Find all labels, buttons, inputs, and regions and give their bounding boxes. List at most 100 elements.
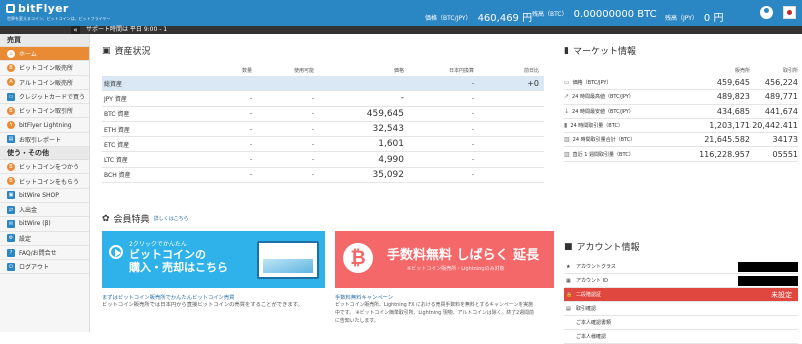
market-label-text: 24 時間取引量合計（BTC） (572, 137, 636, 144)
banner2-big: 手数料無料 しばらく 延長 (387, 248, 540, 263)
banner1-caption[interactable]: まずはビットコイン販売所でかんたんビットコイン売買 (102, 293, 234, 301)
sidebar-item-label: お取引レポート (19, 136, 62, 144)
market-table-header: 販売所 取引所 (564, 64, 798, 76)
header-price: 価格（BTC/JPY） 460,469 円 (425, 8, 533, 24)
two-factor-status[interactable]: 未設定 (771, 290, 792, 300)
sidebar-item-altcoin[interactable]: A アルトコイン販売所 (0, 76, 89, 90)
market-row-icon: ▥ (564, 136, 570, 144)
market-row: ▮ 24 時間取引量（BTC） 1,203,171 20,442.411 (564, 119, 798, 134)
market-table: 販売所 取引所 ▭ 価格（BTC/JPY） 459,645 456,224 ↗ 24 時間… (564, 64, 798, 162)
settings-icon: ⚙ (7, 234, 15, 243)
sidebar-item-receive-bitcoin[interactable]: B ビットコインをもらう (0, 174, 89, 189)
market-label: ▮ 24 時間取引量（BTC） (564, 122, 696, 129)
sidebar-item-label: 設定 (19, 235, 32, 243)
asset-name: BCH 資産 (104, 172, 131, 180)
sidebar-item-faq[interactable]: ? FAQ/お問合せ (0, 246, 89, 261)
asset-available: - (311, 94, 314, 102)
market-row: ▥ 24 時間取引量合計（BTC） 21,645.582 34173 (564, 133, 798, 148)
banner1-line2: 購入・売却はこちら (129, 261, 228, 274)
japan-flag-icon[interactable] (783, 6, 796, 19)
asset-quantity: - (249, 171, 252, 179)
sidebar-item-credit-card[interactable]: ▭ クレジットカードで買う (0, 90, 89, 105)
sidebar-item-settings[interactable]: ⚙ 設定 (0, 232, 89, 246)
sidebar-item-label: ビットコインをつかう (19, 164, 80, 172)
sidebar-item-report[interactable]: ▤ お取引レポート (0, 133, 89, 148)
asset-row: BTC 資産 - - 459,645 - (102, 107, 544, 122)
banner1-big: ビットコインの 購入・売却はこちら (129, 248, 228, 274)
market-row-icon: ↗ (564, 93, 570, 101)
sidebar-item-label: bitWire SHOP (19, 191, 59, 199)
user-icon[interactable] (760, 6, 773, 19)
banner1-small: 2クリックでかんたん (129, 241, 187, 248)
gift-icon: ✿ (102, 213, 110, 224)
asset-row: LTC 資産 - - 4,990 - (102, 152, 544, 168)
bitcoin-icon: B (7, 63, 15, 72)
sidebar-item-bitwire[interactable]: ✉ bitWire (β) (0, 217, 89, 232)
col-quantity: 数量 (241, 67, 252, 74)
asset-quantity: - (249, 94, 252, 102)
lightning-icon: ϟ (7, 121, 15, 130)
assets-table: 数量 使用可能 価格 日本円換算 前日比 総資産 - +0 JPY 資産 - - - - BTC… (102, 64, 544, 184)
header-price-value: 460,469 円 (477, 13, 533, 24)
asset-name: 総資産 (104, 80, 123, 88)
market-exchange-value: 05551 (772, 149, 798, 159)
altcoin-icon: A (7, 78, 15, 87)
market-exchange-value: 20,442.411 (752, 121, 798, 131)
sidebar-item-label: ビットコイン取引所 (19, 108, 74, 116)
sidebar-item-lightning[interactable]: ϟ bitFlyer Lightning (0, 118, 89, 133)
sidebar-item-label: ビットコインをもらう (19, 178, 80, 186)
assets-table-header: 数量 使用可能 価格 日本円換算 前日比 (102, 64, 544, 76)
sidebar-item-bitcoin[interactable]: B ビットコイン販売所 (0, 61, 89, 76)
logo[interactable]: bitFlyer 世界を変えるコイン、ビットコインは、ビットフライヤー (6, 2, 111, 24)
top-bar: bitFlyer 世界を変えるコイン、ビットコインは、ビットフライヤー 価格（B… (0, 0, 802, 26)
asset-jpy: - (471, 156, 474, 164)
header-jpy-value: 0 円 (703, 13, 724, 24)
asset-row: BCH 資産 - - 35,092 - (102, 168, 544, 184)
asset-name: ETH 資産 (104, 126, 130, 134)
bitcoin-coin-icon: ₿ (343, 243, 373, 273)
col-jpy: 日本円換算 (448, 67, 474, 74)
market-label: ▥ 24 時間取引量合計（BTC） (564, 136, 696, 143)
header-btc-balance: 残高（BTC） 0.00000000 BTC (532, 8, 657, 20)
sidebar-item-exchange[interactable]: B ビットコイン取引所 (0, 104, 89, 119)
banner2-caption[interactable]: 手数料無料キャンペーン (335, 293, 393, 301)
sidebar-item-shop[interactable]: ▣ bitWire SHOP (0, 189, 89, 203)
sidebar-item-label: bitWire (β) (19, 220, 51, 228)
header-jpy-label: 残高（JPY） (665, 15, 698, 22)
report-icon: ▤ (7, 135, 15, 144)
sidebar-item-logout[interactable]: ⏻ ログアウト (0, 260, 89, 275)
sidebar-item-label: 入出金 (19, 207, 38, 215)
col-exchange: 取引所 (782, 67, 798, 74)
member-details-link[interactable]: 詳しくはこちら (154, 215, 189, 222)
logout-icon: ⏻ (7, 262, 15, 271)
bitwire-icon: ✉ (7, 219, 15, 228)
sidebar-item-deposit[interactable]: ⇄ 入出金 (0, 203, 89, 218)
account-row-label: ご本人様確認 (576, 334, 607, 340)
buy-sell-banner[interactable]: 2クリックでかんたん ビットコインの 購入・売却はこちら (102, 231, 325, 288)
asset-quantity: - (249, 125, 252, 133)
notice-ticker: サポート時間は 平日 9:00 - 1 (86, 26, 168, 33)
account-table: ★ アカウントクラス ▦ アカウント ID 🔒 二段階認証 未設定 ▤ 取引確認 ご本人確認書類ご… (564, 260, 798, 344)
account-row: ▤ 取引確認 (564, 302, 798, 316)
logo-mark-icon (6, 4, 15, 13)
banner2-desc-line1: ビットコイン販売所、Lightning FX における売買手数料を無料とするキャ… (335, 302, 534, 308)
sidebar-item-use-bitcoin[interactable]: B ビットコインをつかう (0, 160, 89, 175)
asset-price: 35,092 (372, 169, 405, 180)
sidebar-section-other: 使う・その他 (0, 147, 89, 161)
market-row-icon: ▭ (564, 79, 570, 87)
banner2-desc-line3: に告知いたします。 (335, 318, 379, 324)
sidebar-toggle-button[interactable]: « (71, 26, 80, 34)
use-bitcoin-icon: B (7, 162, 15, 171)
banner2-small: ※ビットコイン販売所・Lightningのみ対象 (407, 266, 505, 272)
sidebar-item-home[interactable]: ⌂ ホーム (0, 47, 89, 62)
market-title: ▮ マーケット情報 (564, 44, 636, 58)
deposit-icon: ⇄ (7, 205, 15, 214)
logo-tagline: 世界を変えるコイン、ビットコインは、ビットフライヤー (7, 16, 111, 21)
banner1-description: ビットコイン販売所では日本円から直接ビットコインの売買をすることができます。 (102, 302, 303, 308)
col-diff: 前日比 (523, 67, 539, 74)
account-row-icon: ▤ (566, 305, 571, 312)
market-row-icon: ↓ (564, 107, 570, 115)
asset-available: - (311, 156, 314, 164)
fee-free-banner[interactable]: ₿ 手数料無料 しばらく 延長 ※ビットコイン販売所・Lightningのみ対象 (335, 231, 554, 288)
market-label-text: 24 時間最高値（BTC/JPY） (572, 94, 634, 101)
